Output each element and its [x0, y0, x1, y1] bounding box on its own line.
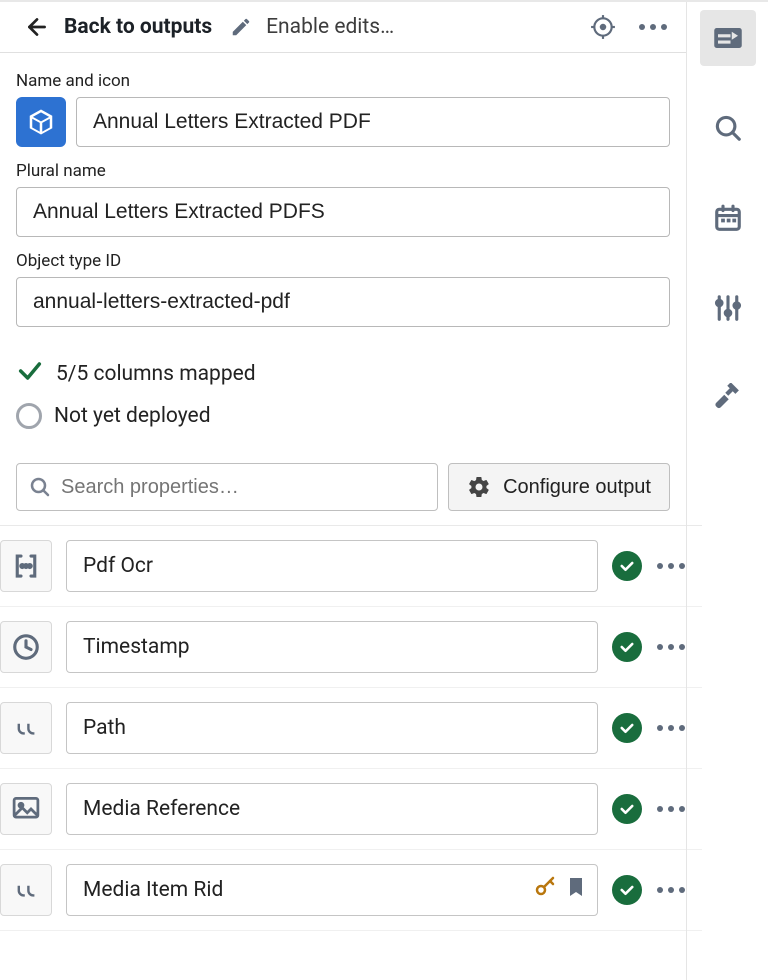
property-type-icon[interactable] — [0, 540, 52, 592]
back-to-outputs-button[interactable]: Back to outputs — [24, 14, 212, 40]
property-name-text: Media Reference — [83, 797, 240, 821]
property-type-icon[interactable] — [0, 864, 52, 916]
name-and-icon-label: Name and icon — [16, 71, 670, 91]
topbar-more-button[interactable] — [638, 24, 668, 30]
columns-mapped-status: 5/5 columns mapped — [16, 351, 670, 397]
sidebar-panel-button[interactable] — [700, 10, 756, 66]
property-name-field[interactable]: Media Item Rid — [66, 864, 598, 916]
property-type-icon[interactable] — [0, 702, 52, 754]
property-type-icon[interactable] — [0, 783, 52, 835]
property-name-text: Media Item Rid — [83, 878, 223, 902]
property-row: Timestamp — [0, 607, 702, 688]
topbar: Back to outputs Enable edits… — [0, 2, 686, 53]
property-more-button[interactable] — [656, 806, 686, 812]
cube-icon — [26, 107, 56, 137]
search-icon — [713, 113, 743, 143]
property-list: Pdf Ocr Timestamp Path Media Reference Media… — [0, 525, 702, 931]
status-ok-badge — [612, 551, 642, 581]
gear-icon — [467, 475, 491, 499]
not-deployed-status: Not yet deployed — [16, 397, 670, 435]
status-ok-badge — [612, 794, 642, 824]
status-ok-badge — [612, 632, 642, 662]
status-ok-badge — [612, 875, 642, 905]
property-more-button[interactable] — [656, 644, 686, 650]
object-type-id-input[interactable] — [16, 277, 670, 327]
hammer-icon — [713, 383, 743, 413]
plural-name-input[interactable] — [16, 187, 670, 237]
object-type-id-label: Object type ID — [16, 251, 670, 271]
panel-icon — [713, 24, 743, 52]
property-name-text: Pdf Ocr — [83, 554, 153, 578]
sidebar-hammer-button[interactable] — [700, 370, 756, 426]
sliders-icon — [713, 293, 743, 323]
property-more-button[interactable] — [656, 725, 686, 731]
check-icon — [16, 357, 44, 391]
arrow-left-icon — [24, 14, 50, 40]
property-row: Media Item Rid — [0, 850, 702, 931]
property-more-button[interactable] — [656, 887, 686, 893]
property-type-icon[interactable] — [0, 621, 52, 673]
enable-edits-button[interactable]: Enable edits… — [230, 15, 394, 39]
back-label: Back to outputs — [64, 15, 212, 39]
property-name-field[interactable]: Pdf Ocr — [66, 540, 598, 592]
target-icon — [590, 14, 616, 40]
search-icon — [28, 475, 52, 499]
property-name-field[interactable]: Timestamp — [66, 621, 598, 673]
bookmark-icon — [567, 876, 585, 904]
property-name-text: Timestamp — [83, 635, 190, 659]
object-icon-picker[interactable] — [16, 97, 66, 147]
enable-edits-label: Enable edits… — [266, 15, 394, 39]
sidebar-calendar-button[interactable] — [700, 190, 756, 246]
property-row: Pdf Ocr — [0, 526, 702, 607]
search-properties-input[interactable] — [16, 463, 438, 511]
property-row: Media Reference — [0, 769, 702, 850]
plural-name-label: Plural name — [16, 161, 670, 181]
sidebar-sliders-button[interactable] — [700, 280, 756, 336]
property-row: Path — [0, 688, 702, 769]
status-ok-badge — [612, 713, 642, 743]
calendar-icon — [713, 203, 743, 233]
property-name-field[interactable]: Media Reference — [66, 783, 598, 835]
pencil-icon — [230, 16, 252, 38]
key-icon — [533, 875, 557, 905]
target-button[interactable] — [590, 14, 616, 40]
name-input[interactable] — [76, 97, 670, 147]
property-name-text: Path — [83, 716, 126, 740]
empty-circle-icon — [16, 403, 42, 429]
right-sidebar — [686, 2, 768, 980]
sidebar-search-button[interactable] — [700, 100, 756, 156]
property-name-field[interactable]: Path — [66, 702, 598, 754]
configure-output-button[interactable]: Configure output — [448, 463, 670, 511]
property-more-button[interactable] — [656, 563, 686, 569]
